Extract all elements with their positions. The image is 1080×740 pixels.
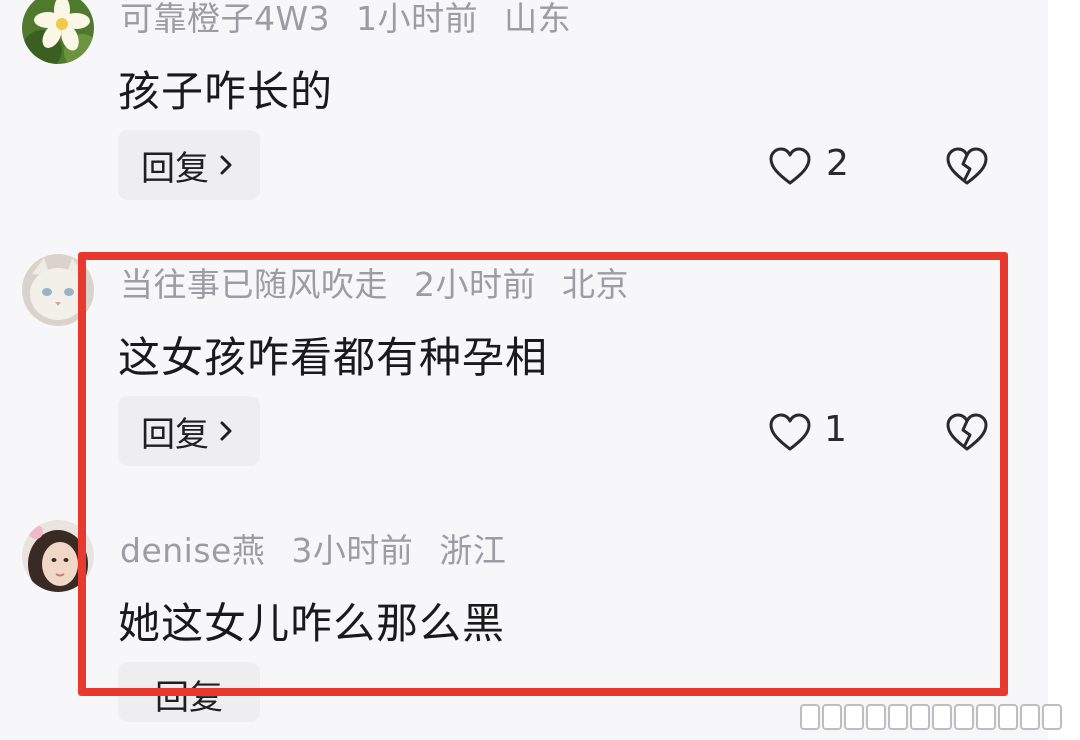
reply-label: 回复 bbox=[141, 148, 209, 189]
reply-button[interactable]: 回复 bbox=[118, 130, 260, 200]
broken-heart-icon[interactable] bbox=[945, 146, 989, 186]
comment-time: 1小时前 bbox=[356, 0, 479, 38]
flower-avatar-image bbox=[22, 0, 94, 64]
comment-text: 孩子咋长的 bbox=[118, 67, 334, 116]
comment-location: 山东 bbox=[504, 0, 572, 38]
highlight-frame bbox=[78, 252, 1008, 696]
avatar[interactable] bbox=[22, 0, 94, 64]
comment-section: 可靠橙子4W3 1小时前 山东 孩子咋长的 回复 2 当往事已随风吹走 2小时前… bbox=[0, 0, 1080, 740]
page-edge bbox=[1048, 0, 1080, 740]
watermark bbox=[800, 702, 1062, 732]
heart-outline-icon[interactable] bbox=[768, 146, 812, 186]
comment-meta: 可靠橙子4W3 1小时前 山东 bbox=[120, 0, 597, 40]
like-count: 2 bbox=[826, 143, 849, 184]
chevron-right-icon bbox=[220, 155, 232, 175]
username[interactable]: 可靠橙子4W3 bbox=[120, 0, 330, 38]
